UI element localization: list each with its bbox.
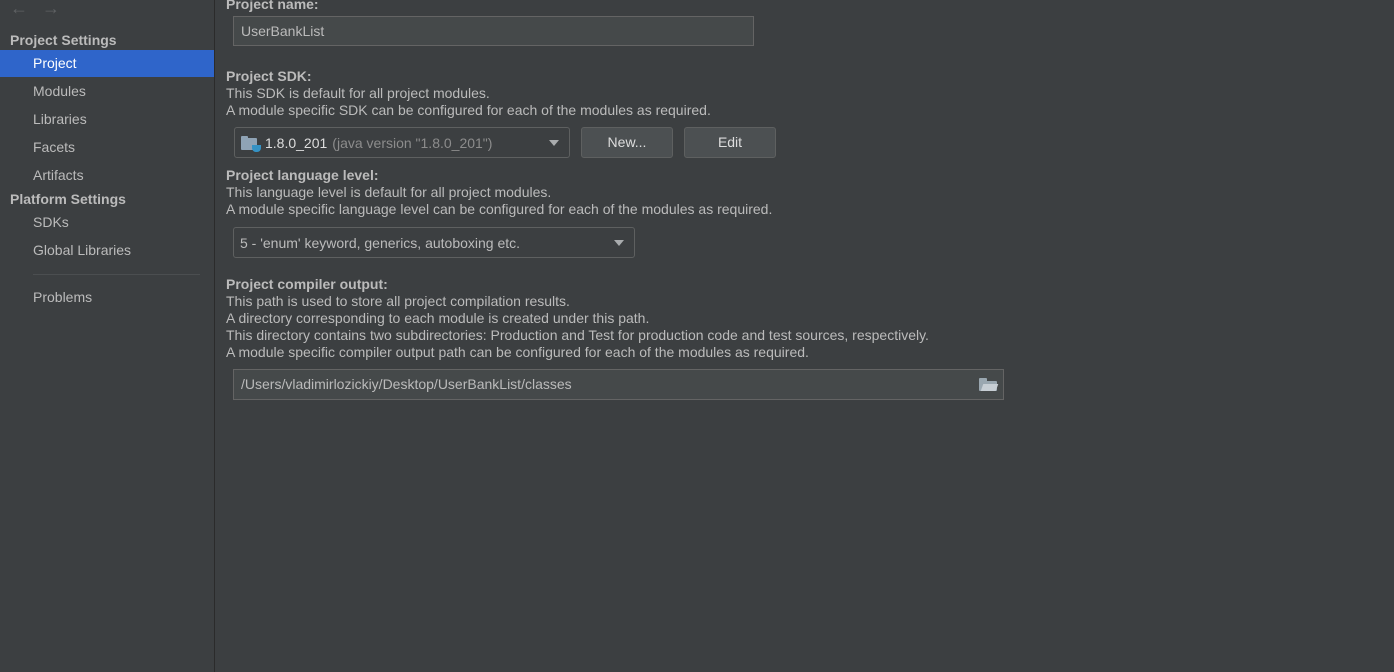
forward-arrow-icon[interactable]: →: [42, 0, 60, 18]
language-level-desc-2: A module specific language level can be …: [226, 201, 773, 217]
compiler-output-desc-1: This path is used to store all project c…: [226, 293, 570, 309]
chevron-down-icon: [614, 240, 624, 246]
compiler-output-desc-2: A directory corresponding to each module…: [226, 310, 650, 326]
sidebar-item-global-libraries[interactable]: Global Libraries: [0, 237, 214, 264]
new-sdk-button[interactable]: New...: [581, 127, 673, 158]
compiler-output-desc-4: A module specific compiler output path c…: [226, 344, 809, 360]
sidebar-item-libraries[interactable]: Libraries: [0, 106, 214, 133]
sidebar-item-modules[interactable]: Modules: [0, 78, 214, 105]
sidebar-item-sdks[interactable]: SDKs: [0, 209, 214, 236]
sdk-version: 1.8.0_201: [265, 134, 328, 151]
sdk-folder-icon: [241, 135, 261, 152]
sdk-version-detail: (java version "1.8.0_201"): [332, 134, 493, 151]
sidebar-divider: [33, 274, 200, 275]
sidebar-item-artifacts[interactable]: Artifacts: [0, 162, 214, 189]
compiler-output-path-field[interactable]: /Users/vladimirlozickiy/Desktop/UserBank…: [233, 369, 1004, 400]
project-sdk-desc-2: A module specific SDK can be configured …: [226, 102, 711, 118]
edit-sdk-button[interactable]: Edit: [684, 127, 776, 158]
language-level-value: 5 - 'enum' keyword, generics, autoboxing…: [240, 234, 521, 251]
language-level-desc-1: This language level is default for all p…: [226, 184, 552, 200]
project-sdk-title: Project SDK:: [226, 68, 312, 84]
sidebar-item-project[interactable]: Project: [0, 50, 214, 77]
project-settings-header: Project Settings: [10, 32, 117, 48]
project-sdk-desc-1: This SDK is default for all project modu…: [226, 85, 490, 101]
language-level-title: Project language level:: [226, 167, 379, 183]
platform-settings-header: Platform Settings: [10, 191, 126, 207]
language-level-dropdown[interactable]: 5 - 'enum' keyword, generics, autoboxing…: [233, 227, 635, 258]
sidebar-item-problems[interactable]: Problems: [0, 284, 214, 311]
compiler-output-title: Project compiler output:: [226, 276, 388, 292]
back-arrow-icon[interactable]: ←: [10, 0, 28, 18]
chevron-down-icon: [549, 140, 559, 146]
project-name-input[interactable]: UserBankList: [233, 16, 754, 46]
settings-sidebar: ← → Project Settings Project Modules Lib…: [0, 0, 215, 672]
project-settings-panel: Project name: UserBankList Project SDK: …: [216, 0, 1394, 672]
sdk-dropdown[interactable]: 1.8.0_201 (java version "1.8.0_201"): [234, 127, 570, 158]
project-name-title: Project name:: [226, 0, 319, 12]
history-nav: ← →: [10, 0, 60, 18]
compiler-output-path: /Users/vladimirlozickiy/Desktop/UserBank…: [241, 376, 572, 392]
sidebar-item-facets[interactable]: Facets: [0, 134, 214, 161]
browse-folder-icon[interactable]: [979, 378, 999, 391]
compiler-output-desc-3: This directory contains two subdirectori…: [226, 327, 929, 343]
